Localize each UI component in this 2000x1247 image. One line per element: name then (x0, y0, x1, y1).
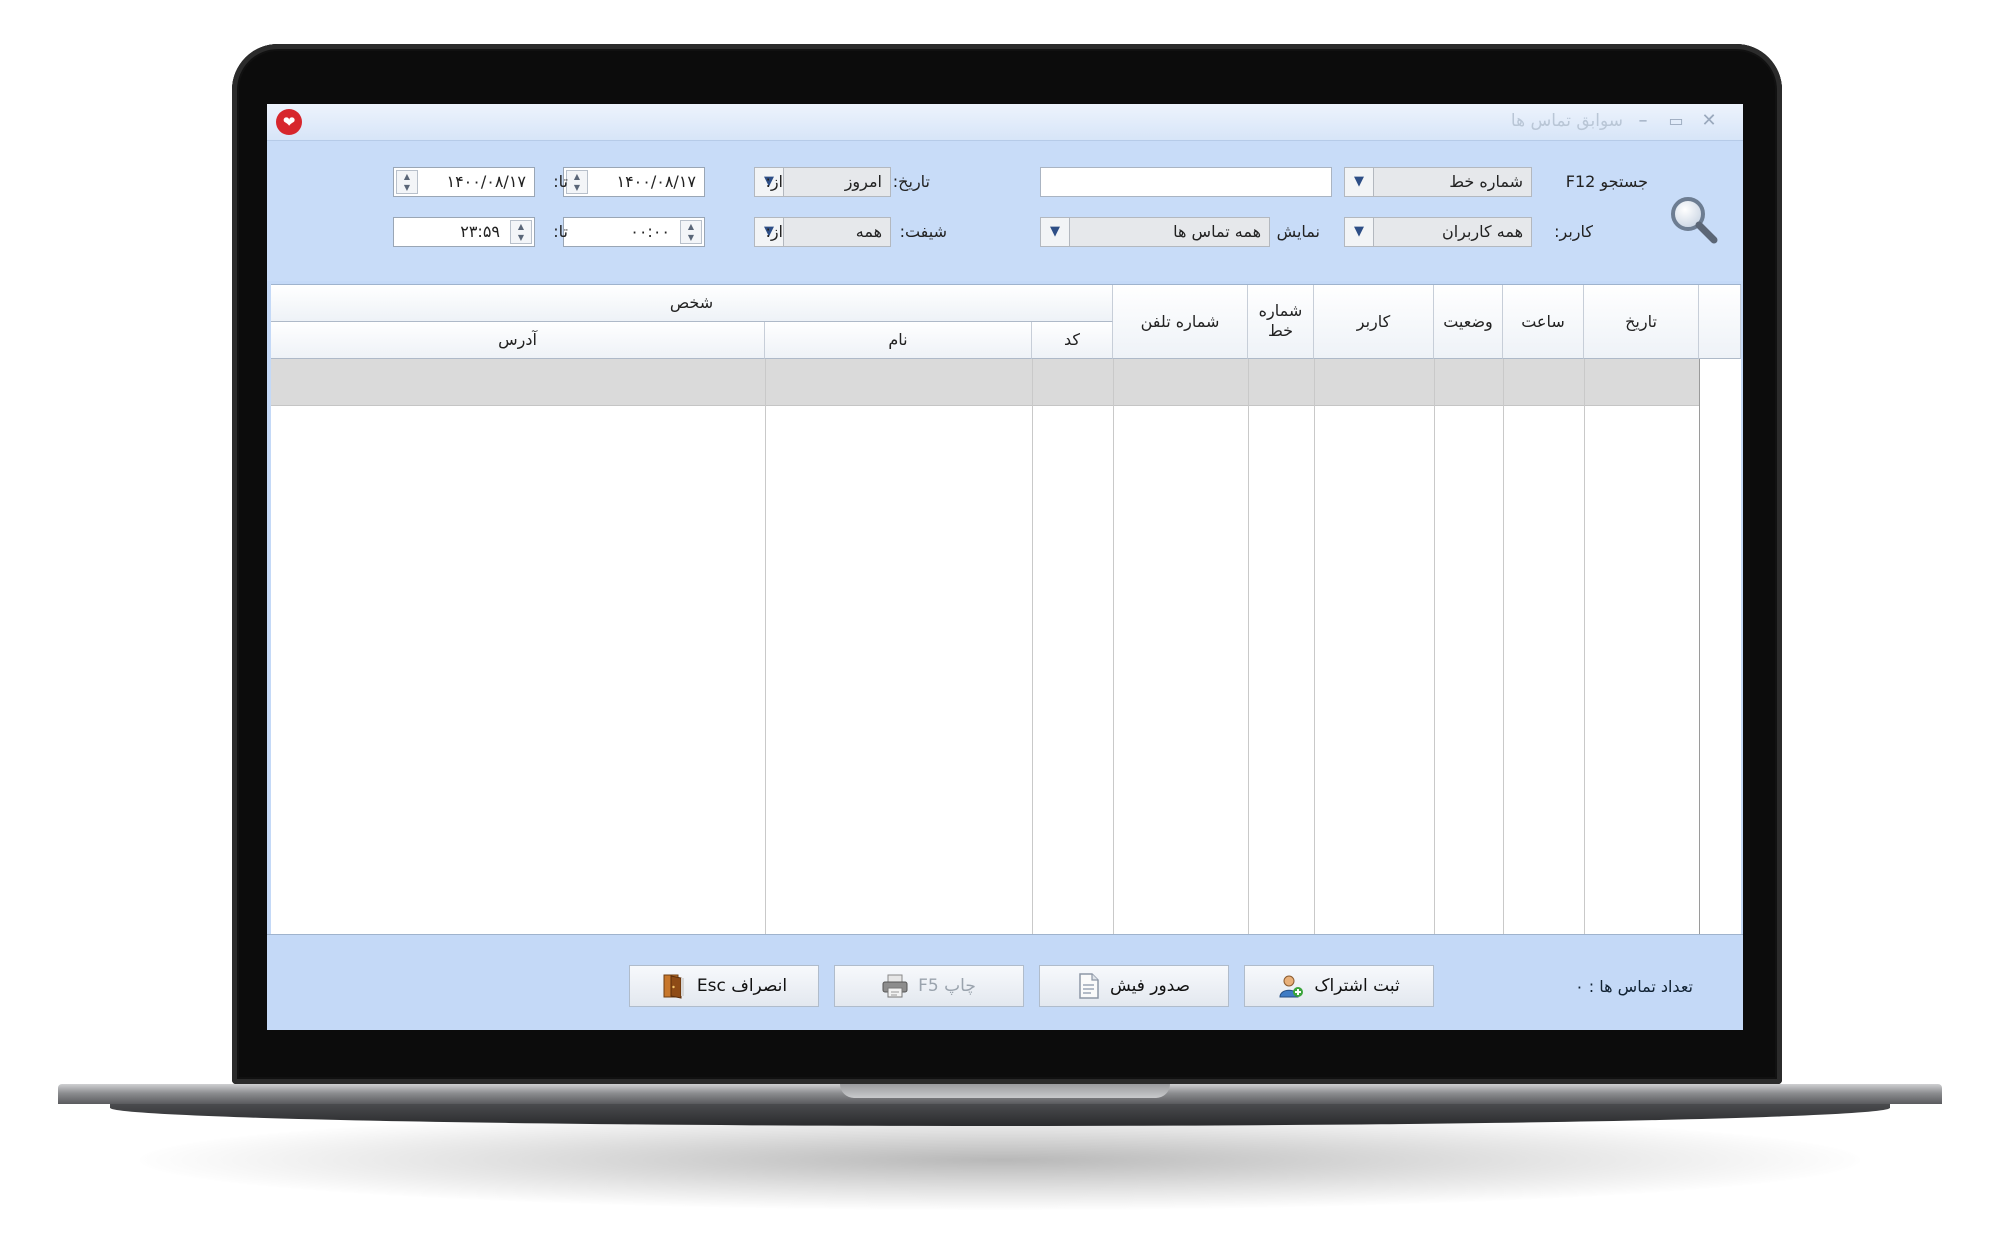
call-count: تعداد تماس ها : ۰ (1575, 977, 1693, 996)
column-header-line[interactable]: شماره خط (1248, 285, 1314, 359)
date-from-picker[interactable]: ▲ ▼ ۱۴۰۰/۰۸/۱۷ (563, 167, 705, 197)
search-label: جستجو F12 (1565, 172, 1648, 191)
footer-bar: تعداد تماس ها : ۰ ثبت اشتراک صدور فیش چا… (267, 934, 1743, 1030)
column-group-person: شخص (271, 285, 1113, 322)
filter-panel: جستجو F12 ▼ شماره خط تاریخ: ▼ امروز از: … (267, 141, 1743, 281)
spin-up-down-icon[interactable]: ▲ ▼ (510, 220, 532, 244)
search-field-select[interactable]: ▼ شماره خط (1344, 167, 1532, 197)
table-row[interactable] (271, 359, 1699, 406)
cancel-button[interactable]: انصراف Esc (629, 965, 819, 1007)
date-from-label: از: (765, 172, 783, 191)
column-header-phone[interactable]: شماره تلفن (1113, 285, 1248, 359)
column-header-time[interactable]: ساعت (1503, 285, 1584, 359)
user-select[interactable]: ▼ همه کاربران (1344, 217, 1532, 247)
date-to-picker[interactable]: ▲ ▼ ۱۴۰۰/۰۸/۱۷ (393, 167, 535, 197)
column-header-status[interactable]: وضعیت (1434, 285, 1503, 359)
chevron-down-icon: ▼ (1345, 168, 1374, 196)
column-header-code[interactable]: کد (1032, 322, 1113, 359)
chevron-down-icon: ▼ (1345, 218, 1374, 246)
subscribe-button[interactable]: ثبت اشتراک (1244, 965, 1434, 1007)
issue-receipt-button[interactable]: صدور فیش (1039, 965, 1229, 1007)
time-from-picker[interactable]: ▲ ▼ ۰۰:۰۰ (563, 217, 705, 247)
close-button[interactable]: ✕ (1696, 108, 1722, 134)
call-count-value: ۰ (1575, 977, 1584, 996)
column-divider (1314, 359, 1315, 935)
spin-up-down-icon[interactable]: ▲ ▼ (396, 170, 418, 194)
search-icon[interactable] (1667, 193, 1719, 245)
spin-up-down-icon[interactable]: ▲ ▼ (566, 170, 588, 194)
row-indicator-header (1699, 285, 1741, 359)
display-select[interactable]: ▼ همه تماس ها (1040, 217, 1270, 247)
column-header-user[interactable]: کاربر (1314, 285, 1434, 359)
user-label: کاربر: (1554, 222, 1593, 241)
app-logo-icon: ❤ (276, 109, 302, 135)
exit-door-icon (663, 974, 684, 999)
column-divider (1503, 359, 1504, 935)
column-divider (765, 359, 766, 935)
column-divider (1113, 359, 1114, 935)
column-header-address[interactable]: آدرس (271, 322, 765, 359)
column-divider (1248, 359, 1249, 935)
laptop-notch (840, 1084, 1170, 1098)
printer-icon (882, 974, 908, 998)
title-bar: ❤ سوابق تماس ها – ▭ ✕ (267, 104, 1743, 141)
spin-up-down-icon[interactable]: ▲ ▼ (680, 220, 702, 244)
call-history-table: تاریخ ساعت وضعیت کاربر شماره خط شماره تل… (271, 284, 1741, 935)
column-divider (1434, 359, 1435, 935)
document-icon (1079, 973, 1099, 999)
print-button[interactable]: چاپ F5 (834, 965, 1024, 1007)
time-to-picker[interactable]: ▲ ▼ ۲۳:۵۹ (393, 217, 535, 247)
chevron-down-icon: ▼ (1041, 218, 1070, 246)
column-header-name[interactable]: نام (765, 322, 1032, 359)
column-divider (1032, 359, 1033, 935)
date-label: تاریخ: (892, 172, 930, 191)
call-count-label: تعداد تماس ها : (1588, 977, 1693, 996)
date-to-label: تا: (553, 172, 568, 191)
search-input[interactable] (1040, 167, 1332, 197)
column-divider (1699, 359, 1700, 935)
window-title: سوابق تماس ها (1510, 111, 1623, 131)
add-user-icon (1279, 975, 1304, 998)
laptop-base-bottom (110, 1104, 1890, 1126)
maximize-button[interactable]: ▭ (1663, 108, 1689, 134)
call-history-window: ❤ سوابق تماس ها – ▭ ✕ جستجو F12 ▼ شماره … (267, 104, 1743, 1030)
minimize-button[interactable]: – (1630, 108, 1656, 134)
display-label: نمایش (1276, 222, 1320, 241)
time-to-label: تا: (553, 222, 568, 241)
column-header-date[interactable]: تاریخ (1584, 285, 1699, 359)
column-divider (1584, 359, 1585, 935)
time-from-label: از: (765, 222, 783, 241)
shift-label: شیفت: (899, 222, 947, 241)
